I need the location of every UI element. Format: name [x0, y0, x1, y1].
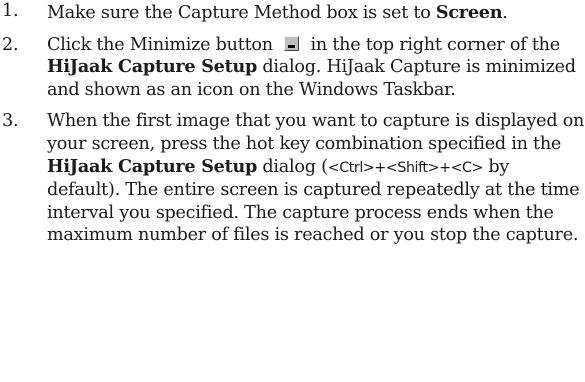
- instruction-steps: 1. Make sure the Capture Method box is se…: [0, 0, 585, 256]
- step-text: .: [502, 3, 508, 23]
- dialog-name: HiJaak Capture Setup: [47, 155, 258, 177]
- step-text: Click the Minimize button: [47, 34, 279, 55]
- minimize-button-icon: [284, 35, 300, 51]
- step-text: in the top right corner of the: [305, 34, 561, 55]
- step-number: 2.: [2, 34, 19, 55]
- dialog-name: HiJaak Capture Setup: [47, 56, 258, 78]
- hot-key-combination: <Ctrl>+<Shift>+<C>: [327, 159, 484, 176]
- step-number: 3.: [2, 111, 19, 132]
- step-text: Make sure the Capture Method box is set …: [47, 3, 436, 23]
- capture-method-value: Screen: [435, 2, 503, 23]
- step-number: 1.: [2, 1, 19, 21]
- step-1: 1. Make sure the Capture Method box is se…: [0, 0, 585, 25]
- step-text: When the first image that you want to ca…: [47, 111, 585, 154]
- step-3: 3. When the first image that you want to …: [0, 110, 585, 247]
- step-text: dialog (: [257, 156, 328, 177]
- step-2: 2. Click the Minimize button in the top r…: [0, 34, 585, 102]
